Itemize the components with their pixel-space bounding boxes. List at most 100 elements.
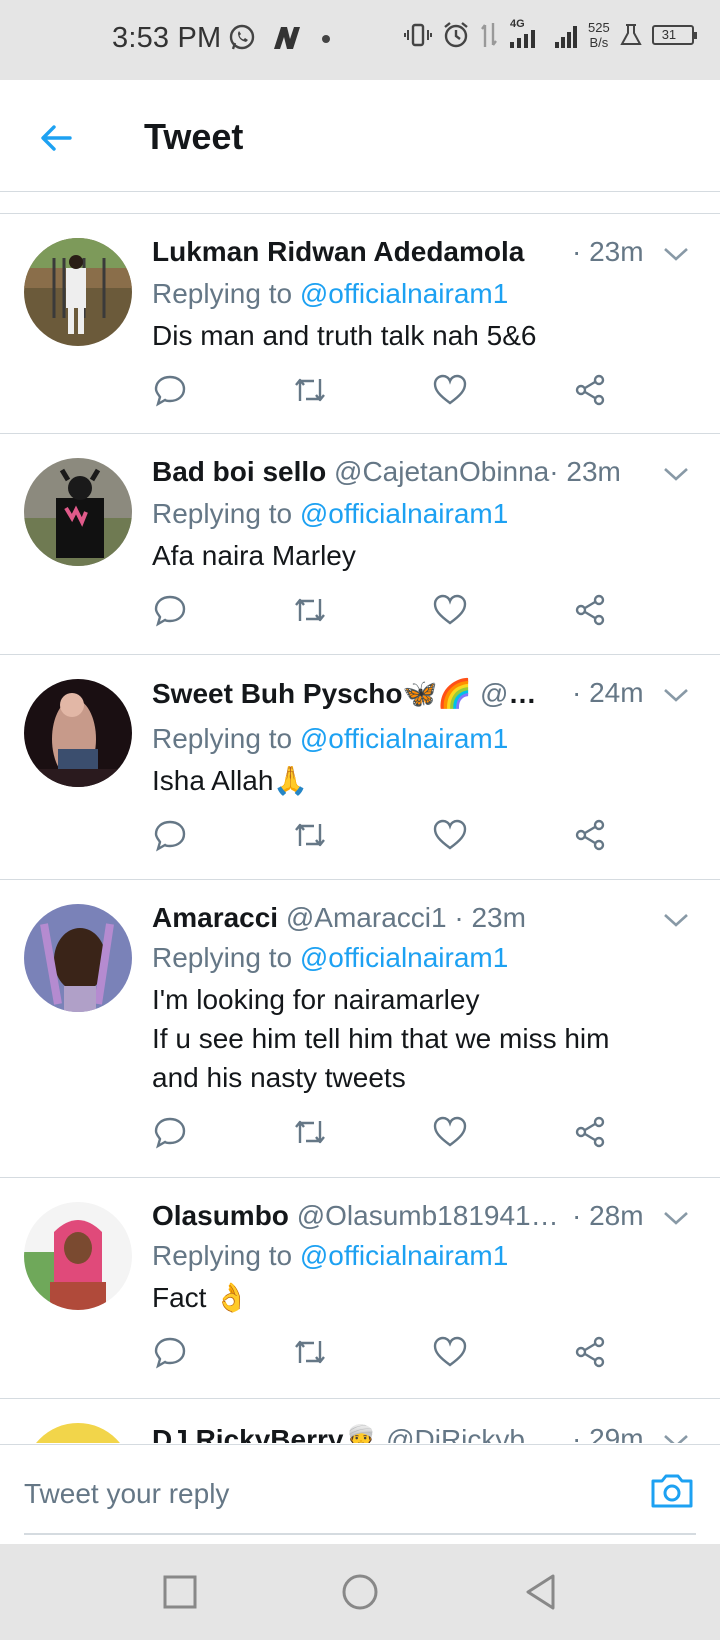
author-handle[interactable]: @N… [480,678,552,709]
tweet-text-line: If u see him tell him that we miss him [152,1023,610,1054]
retweet-icon [295,1340,325,1364]
back-arrow-icon [41,125,72,151]
author-name-line: DJ RickyBerry👳 @DjRickyb… [152,1423,562,1443]
tweet-text: Fact 👌 [152,1282,250,1313]
avatar[interactable] [24,679,132,787]
tweet-time: · 23m [572,236,644,267]
reply-feed[interactable]: Lukman Ridwan Adedamola · 23m Replying t… [0,213,720,1443]
chevron-down-icon[interactable] [662,908,690,932]
tweet-text-line: I'm looking for nairamarley [152,984,480,1015]
share-icon [575,1116,605,1148]
retweet-icon [295,1120,325,1144]
author-name[interactable]: DJ RickyBerry👳 [152,1424,378,1443]
reply-composer [0,1444,720,1544]
signal-4g: 4G [508,18,544,50]
like-button[interactable] [432,372,468,408]
tweet-actions [152,817,622,857]
page-title: Tweet [144,116,244,157]
mention-link[interactable]: @officialnairam1 [300,278,508,309]
share-button[interactable] [572,817,608,853]
tweet-actions [152,1114,622,1154]
author-handle[interactable]: @DjRickyb… [386,1424,553,1443]
heart-icon [433,1336,467,1367]
like-button[interactable] [432,1334,468,1370]
tweet-time: · 29m [572,1423,644,1443]
replying-to: Replying to @officialnairam1 [152,723,509,754]
tweet-time: · 23m [454,902,526,933]
author-name[interactable]: Bad boi sello [152,456,326,487]
camera-button[interactable] [648,1467,696,1515]
share-icon [575,1336,605,1368]
tweet-item[interactable]: Amaracci @Amaracci1 · 23m Replying to @o… [0,880,720,1178]
author-handle[interactable]: @Amaracci1 [286,902,447,933]
reply-button[interactable] [152,817,188,853]
retweet-button[interactable] [292,372,328,408]
avatar[interactable] [24,1202,132,1310]
mention-link[interactable]: @officialnairam1 [300,498,508,529]
reply-button[interactable] [152,1114,188,1150]
retweet-button[interactable] [292,1334,328,1370]
chevron-down-icon[interactable] [662,683,690,707]
mention-link[interactable]: @officialnairam1 [300,1240,508,1271]
avatar[interactable] [24,238,132,346]
author-name-line: Olasumbo @Olasumb181941… [152,1200,562,1232]
recents-icon[interactable] [160,1572,200,1612]
tweet-item[interactable]: Olasumbo @Olasumb181941… · 28m Replying … [0,1178,720,1399]
like-button[interactable] [432,817,468,853]
net-speed: 525 B/s [588,20,610,50]
tweet-time: · 28m [572,1200,644,1231]
heart-icon [433,374,467,405]
share-button[interactable] [572,372,608,408]
chevron-down-icon[interactable] [662,1206,690,1230]
reply-icon [154,1117,186,1149]
share-button[interactable] [572,1334,608,1370]
chevron-down-icon[interactable] [662,462,690,486]
author-handle[interactable]: @Olasumb181941… [297,1200,559,1231]
heart-icon [433,819,467,850]
author-handle[interactable]: @CajetanObinna [334,456,549,487]
tweet-text-line: and his nasty tweets [152,1062,406,1093]
input-underline [24,1533,696,1535]
reply-button[interactable] [152,592,188,628]
like-button[interactable] [432,592,468,628]
retweet-button[interactable] [292,1114,328,1150]
share-button[interactable] [572,592,608,628]
retweet-icon [295,823,325,847]
signal-2-icon [555,26,577,48]
back-button[interactable] [32,114,80,162]
tweet-item[interactable]: Bad boi sello @CajetanObinna· 23m Replyi… [0,434,720,655]
share-button[interactable] [572,1114,608,1150]
like-button[interactable] [432,1114,468,1150]
back-nav-icon[interactable] [520,1572,560,1612]
chevron-down-icon[interactable] [662,1429,690,1443]
tweet-item[interactable]: Sweet Buh Pyscho🦋🌈 @N… · 24m Replying to… [0,655,720,880]
tweet-item[interactable]: DJ RickyBerry👳 @DjRickyb… · 29m [0,1399,720,1443]
camera-icon [651,1474,693,1508]
author-name[interactable]: Lukman Ridwan Adedamola [152,236,532,268]
avatar[interactable] [24,1423,132,1443]
reply-input[interactable] [24,1467,624,1521]
home-icon[interactable] [340,1572,380,1612]
author-name[interactable]: Olasumbo [152,1200,289,1231]
retweet-button[interactable] [292,592,328,628]
tweet-actions [152,592,622,632]
reply-icon [154,820,186,852]
mention-link[interactable]: @officialnairam1 [300,942,508,973]
flask-icon [620,24,642,45]
author-name-line: Bad boi sello @CajetanObinna· 23m [152,456,621,488]
avatar[interactable] [24,904,132,1012]
mention-link[interactable]: @officialnairam1 [300,723,508,754]
retweet-button[interactable] [292,817,328,853]
avatar[interactable] [24,458,132,566]
replying-to: Replying to @officialnairam1 [152,278,509,309]
tweet-text: I'm looking for nairamarley If u see him… [152,980,692,1097]
reply-button[interactable] [152,1334,188,1370]
tweet-text: Dis man and truth talk nah 5&6 [152,320,537,351]
reply-icon [154,375,186,407]
tweet-item[interactable]: Lukman Ridwan Adedamola · 23m Replying t… [0,214,720,434]
reply-button[interactable] [152,372,188,408]
chevron-down-icon[interactable] [662,242,690,266]
author-name[interactable]: Amaracci [152,902,278,933]
author-name[interactable]: Sweet Buh Pyscho🦋🌈 [152,678,472,709]
tweet-time: · 24m [572,677,644,708]
